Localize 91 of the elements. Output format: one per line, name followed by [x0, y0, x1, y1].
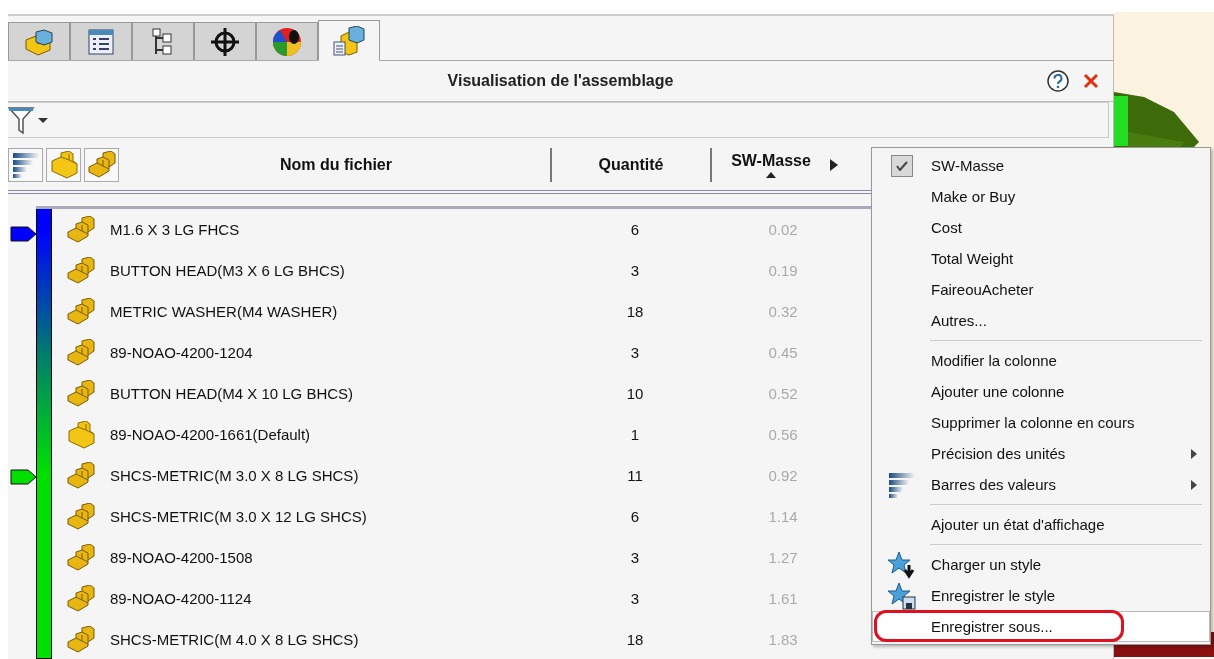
- table-cell-text: BUTTON HEAD(M3 X 6 LG BHCS): [110, 262, 346, 279]
- value-bars-icon: [12, 152, 39, 178]
- table-cell-text: M1.6 X 3 LG FHCS: [110, 221, 241, 238]
- star-save-icon: [887, 581, 917, 610]
- table-cell-text: 1.27: [767, 549, 799, 566]
- table-cell-text: 0.45: [767, 344, 799, 361]
- table-cell-text: 6: [629, 508, 641, 525]
- part-icon: [48, 151, 79, 179]
- table-cell-text: METRIC WASHER(M4 WASHER): [110, 303, 339, 320]
- table-cell-text: 1: [629, 426, 641, 443]
- menu-item[interactable]: Précision des unités: [872, 438, 1210, 469]
- tree-icon: [152, 27, 174, 56]
- assembly-icon: [66, 215, 96, 244]
- table-cell-text: 1.83: [767, 631, 799, 648]
- check-icon: [896, 160, 908, 171]
- table-cell-text: 1.14: [767, 508, 799, 525]
- assembly-view-icon: [333, 25, 365, 56]
- part-icon: [66, 420, 96, 449]
- panel-tab[interactable]: [256, 22, 318, 60]
- table-cell-text: 0.32: [767, 303, 799, 320]
- menu-item[interactable]: SW-Masse: [872, 150, 1210, 181]
- value-bars-toggle[interactable]: [8, 148, 43, 182]
- table-cell-text: 11: [626, 467, 644, 484]
- crosshair-icon: [211, 27, 239, 56]
- help-icon[interactable]: [1047, 70, 1069, 92]
- assembly-icon: [66, 625, 96, 654]
- table-cell-text: 0.19: [767, 262, 799, 279]
- table-cell-text: 18: [625, 303, 645, 320]
- table-cell-text: 3: [629, 590, 641, 607]
- part-toggle[interactable]: [46, 148, 81, 182]
- menu-item[interactable]: Autres...: [872, 305, 1210, 336]
- menu-item[interactable]: Barres des valeurs: [872, 469, 1210, 500]
- assembly-icon: [66, 256, 96, 285]
- table-cell-text: 0.02: [767, 221, 799, 238]
- table-cell-text: 10: [625, 385, 645, 402]
- panel-tab[interactable]: [132, 22, 194, 60]
- table-cell-text: 6: [629, 221, 641, 238]
- bar-marker[interactable]: [10, 226, 38, 243]
- assembly-icon: [86, 151, 117, 179]
- menu-item[interactable]: Enregistrer le style: [872, 580, 1210, 611]
- column-header[interactable]: Quantité: [552, 156, 710, 174]
- menu-item[interactable]: Ajouter un état d'affichage: [872, 509, 1210, 540]
- menu-item[interactable]: FaireouAcheter: [872, 274, 1210, 305]
- menu-item[interactable]: Cost: [872, 212, 1210, 243]
- table-cell-text: 89-NOAO-4200-1661(Default): [110, 426, 312, 443]
- column-header[interactable]: SW-Masse: [712, 152, 830, 178]
- menu-item[interactable]: Charger un style: [872, 549, 1210, 580]
- assembly-icon: [66, 502, 96, 531]
- panel-title: Visualisation de l'assemblage: [447, 72, 674, 90]
- close-icon[interactable]: [1083, 73, 1099, 89]
- cube-icon: [24, 27, 54, 56]
- panel-tab[interactable]: [194, 22, 256, 60]
- list-icon: [88, 28, 114, 55]
- table-cell-text: SHCS-METRIC(M 3.0 X 12 LG SHCS): [110, 508, 368, 525]
- bar-marker[interactable]: [10, 468, 38, 485]
- table-cell-text: BUTTON HEAD(M4 X 10 LG BHCS): [110, 385, 355, 402]
- sort-ascending-icon: [766, 172, 776, 178]
- menu-item[interactable]: Ajouter une colonne: [872, 376, 1210, 407]
- table-cell-text: SHCS-METRIC(M 4.0 X 8 LG SHCS): [110, 631, 360, 648]
- table-cell-text: 3: [629, 344, 641, 361]
- star-download-icon: [887, 550, 917, 579]
- menu-item[interactable]: Total Weight: [872, 243, 1210, 274]
- assembly-icon: [66, 461, 96, 490]
- assembly-icon: [66, 543, 96, 572]
- table-cell-text: 89-NOAO-4200-1204: [110, 344, 254, 361]
- assembly-icon: [66, 338, 96, 367]
- assembly-icon: [66, 297, 96, 326]
- table-cell-text: 89-NOAO-4200-1508: [110, 549, 254, 566]
- assembly-toggle[interactable]: [84, 148, 119, 182]
- table-cell-text: 1.61: [767, 590, 799, 607]
- table-cell-text: 3: [629, 549, 641, 566]
- table-cell-text: 3: [629, 262, 641, 279]
- submenu-arrow-icon: [1191, 479, 1197, 490]
- table-cell-text: 0.92: [767, 467, 799, 484]
- menu-item[interactable]: Make or Buy: [872, 181, 1210, 212]
- assembly-icon: [66, 379, 96, 408]
- menu-item[interactable]: Modifier la colonne: [872, 345, 1210, 376]
- color-wheel-icon: [272, 26, 302, 57]
- table-cell-text: SHCS-METRIC(M 3.0 X 8 LG SHCS): [110, 467, 360, 484]
- value-bars-icon: [889, 471, 915, 498]
- panel-tab[interactable]: [70, 22, 132, 60]
- checkbox[interactable]: [891, 154, 913, 177]
- submenu-arrow-icon: [1191, 448, 1197, 459]
- expand-arrow-icon[interactable]: [830, 159, 838, 171]
- column-header[interactable]: Nom du fichier: [122, 156, 550, 174]
- table-cell-text: 0.56: [767, 426, 799, 443]
- table-cell-text: 89-NOAO-4200-1124: [110, 590, 253, 607]
- table-cell-text: 18: [625, 631, 645, 648]
- table-cell-text: 0.52: [767, 385, 799, 402]
- menu-item[interactable]: Supprimer la colonne en cours: [872, 407, 1210, 438]
- assembly-icon: [66, 584, 96, 613]
